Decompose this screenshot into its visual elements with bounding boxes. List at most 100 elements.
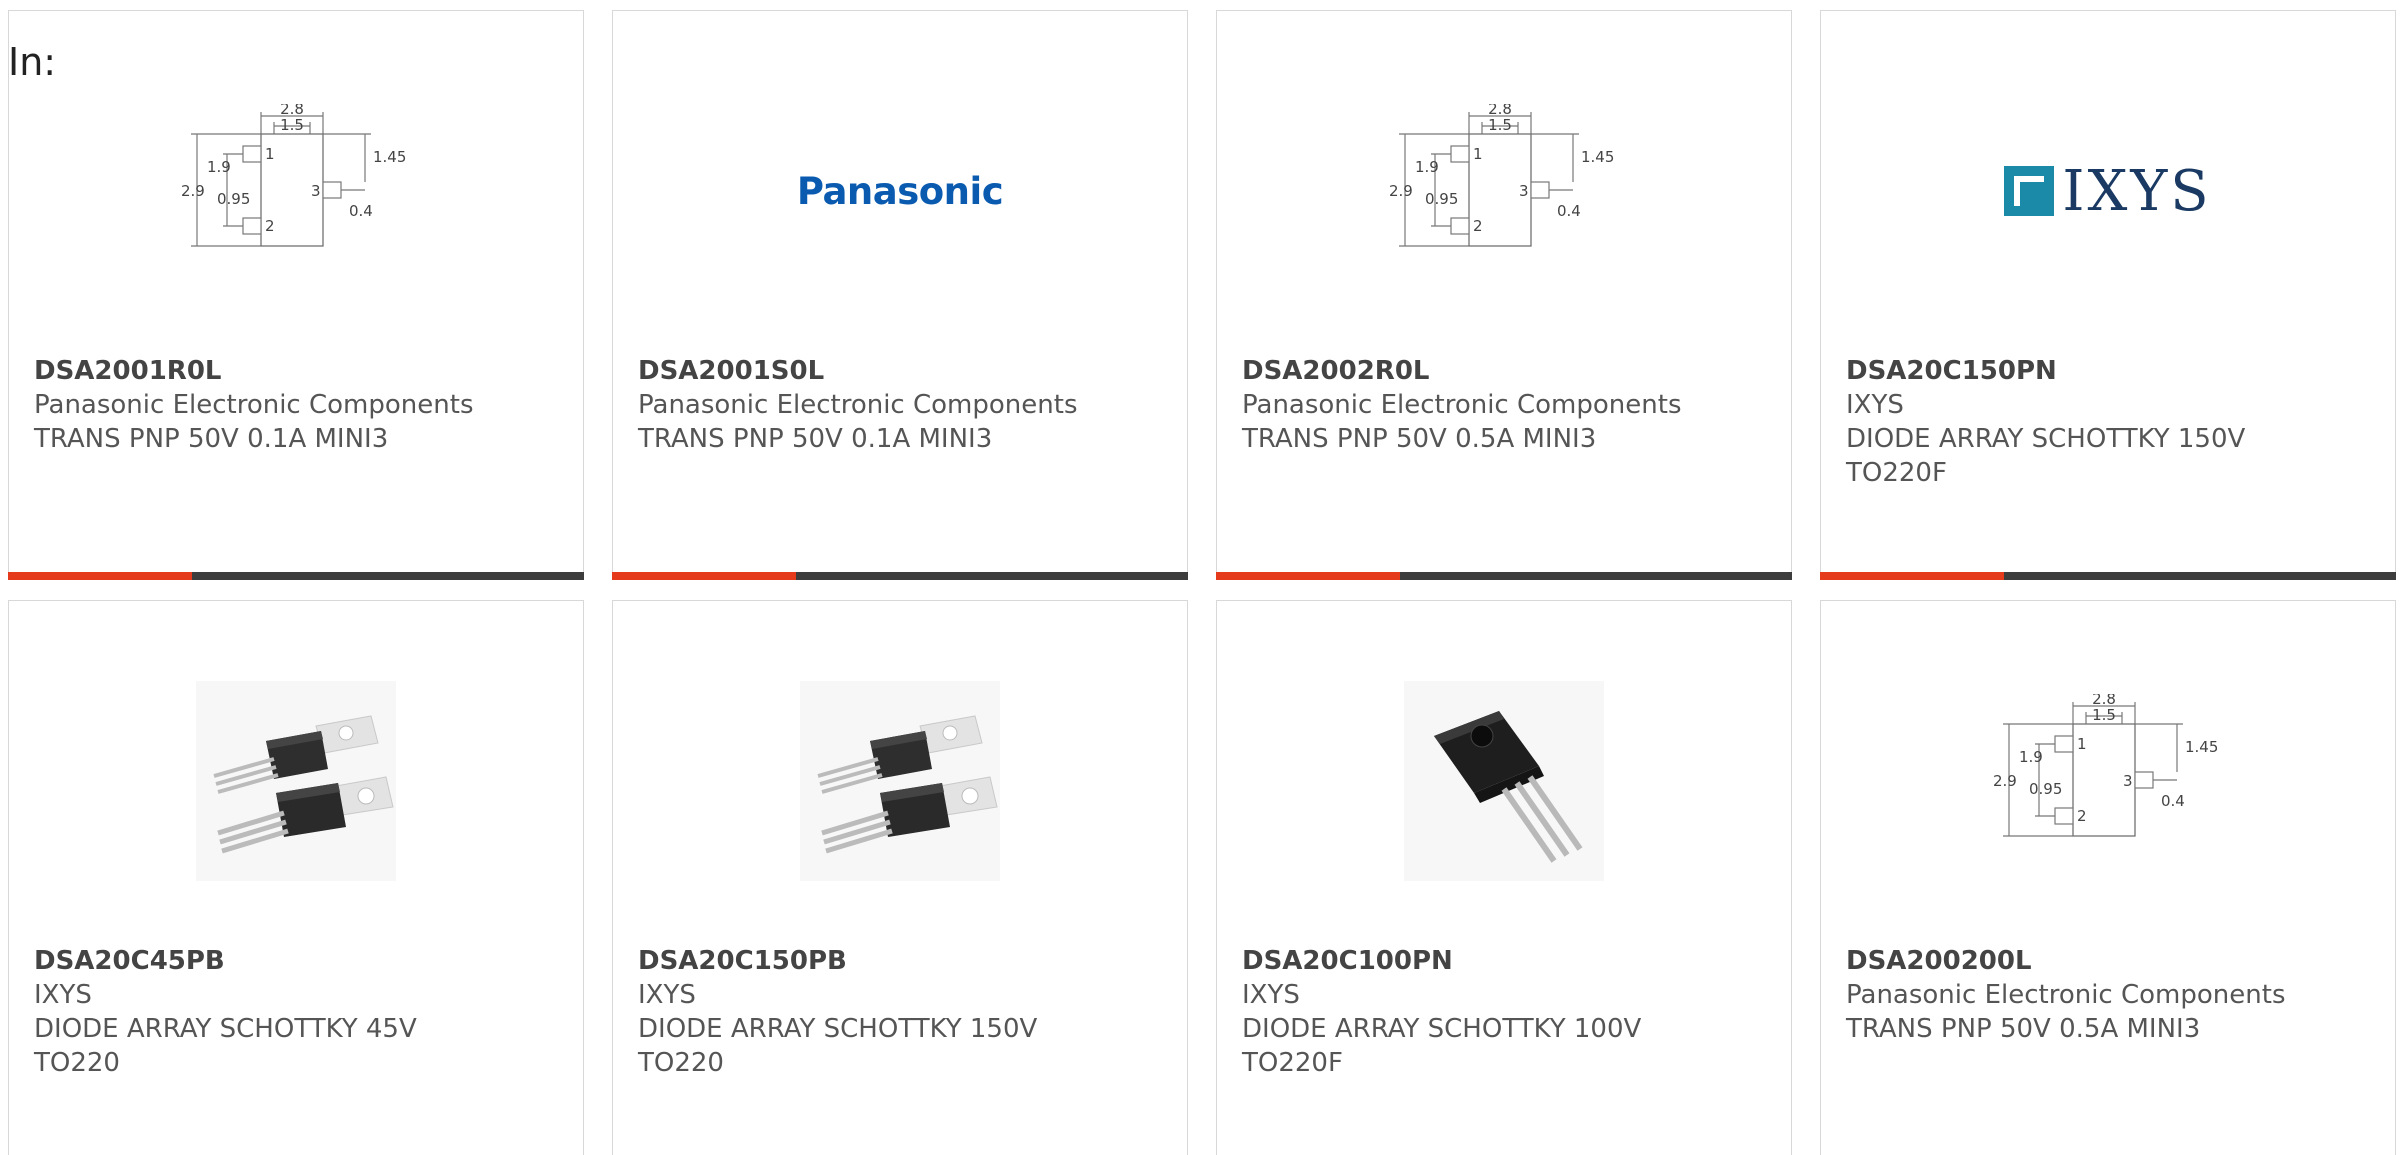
dim-right: 1.45 — [373, 148, 406, 166]
manufacturer: Panasonic Electronic Components — [1242, 390, 1682, 420]
dim-right: 1.45 — [2185, 738, 2218, 756]
description-cont: TO220F — [1846, 458, 1947, 488]
mini3-drawing-svg: 2.8 1.5 1.9 2.9 0.95 1.45 0.4 1 2 3 — [181, 100, 406, 247]
dim-pad: 0.95 — [217, 190, 250, 208]
product-image — [613, 661, 1187, 901]
pin-2-label: 2 — [2077, 807, 2087, 825]
filter-in-label: In: — [8, 40, 57, 84]
description: TRANS PNP 50V 0.5A MINI3 — [1242, 424, 1597, 454]
product-card[interactable]: DSA20C150PB IXYS DIODE ARRAY SCHOTTKY 15… — [612, 600, 1188, 1155]
product-image — [9, 661, 583, 901]
mini3-package-drawing: 2.8 1.5 1.9 2.9 0.95 1.45 0.4 1 2 3 — [1389, 100, 1619, 278]
to220-photo — [800, 681, 1000, 881]
description: TRANS PNP 50V 0.5A MINI3 — [1846, 1014, 2201, 1044]
product-info: DSA20C150PN IXYS DIODE ARRAY SCHOTTKY 15… — [1846, 354, 2375, 490]
product-info: DSA200200L Panasonic Electronic Componen… — [1846, 944, 2375, 1046]
pin-2-label: 2 — [265, 217, 275, 235]
pin-3-label: 3 — [1519, 182, 1529, 200]
part-number[interactable]: DSA20C45PB — [34, 944, 563, 978]
dim-top-inner: 1.5 — [2092, 706, 2116, 724]
product-image: Panasonic — [613, 71, 1187, 311]
card-footer-bar — [1820, 572, 2396, 580]
product-grid-page: In: 2.8 1.5 1.9 2.9 0.95 1.45 0.4 1 2 3 … — [0, 0, 2400, 1155]
mini3-package-drawing: 2.8 1.5 1.9 2.9 0.95 1.45 0.4 1 2 3 — [181, 100, 411, 278]
manufacturer: Panasonic Electronic Components — [1846, 980, 2286, 1010]
dim-lead: 0.4 — [349, 202, 373, 220]
product-card[interactable]: DSA20C100PN IXYS DIODE ARRAY SCHOTTKY 10… — [1216, 600, 1792, 1155]
panasonic-logo: Panasonic — [796, 169, 1004, 213]
part-number[interactable]: DSA20C100PN — [1242, 944, 1771, 978]
product-card[interactable]: Panasonic DSA2001S0L Panasonic Electroni… — [612, 10, 1188, 580]
card-accent — [8, 572, 192, 580]
mini3-drawing-svg: 2.8 1.5 1.9 2.9 0.95 1.45 0.4 1 2 3 — [1993, 690, 2218, 837]
part-number[interactable]: DSA200200L — [1846, 944, 2375, 978]
dim-left-pitch: 1.9 — [1415, 158, 1439, 176]
product-info: DSA2001R0L Panasonic Electronic Componen… — [34, 354, 563, 456]
product-info: DSA2001S0L Panasonic Electronic Componen… — [638, 354, 1167, 456]
product-image — [1217, 661, 1791, 901]
mini3-package-drawing: 2.8 1.5 1.9 2.9 0.95 1.45 0.4 1 2 3 — [1993, 690, 2223, 868]
pin-2-label: 2 — [1473, 217, 1483, 235]
product-card[interactable]: IXYS DSA20C150PN IXYS DIODE ARRAY SCHOTT… — [1820, 10, 2396, 580]
dim-height: 2.9 — [1993, 772, 2017, 790]
to220-photo — [196, 681, 396, 881]
pin-1-label: 1 — [2077, 735, 2087, 753]
manufacturer: IXYS — [1242, 980, 1300, 1010]
card-accent — [612, 572, 796, 580]
dim-top-inner: 1.5 — [280, 116, 304, 134]
product-info: DSA20C45PB IXYS DIODE ARRAY SCHOTTKY 45V… — [34, 944, 563, 1080]
part-number[interactable]: DSA20C150PN — [1846, 354, 2375, 388]
description: DIODE ARRAY SCHOTTKY 150V — [638, 1014, 1038, 1044]
product-info: DSA20C100PN IXYS DIODE ARRAY SCHOTTKY 10… — [1242, 944, 1771, 1080]
dim-right: 1.45 — [1581, 148, 1614, 166]
manufacturer: IXYS — [34, 980, 92, 1010]
product-info: DSA20C150PB IXYS DIODE ARRAY SCHOTTKY 15… — [638, 944, 1167, 1080]
card-footer-bar — [612, 572, 1188, 580]
description: DIODE ARRAY SCHOTTKY 45V — [34, 1014, 417, 1044]
product-image: IXYS — [1821, 71, 2395, 311]
product-card[interactable]: 2.8 1.5 1.9 2.9 0.95 1.45 0.4 1 2 3 DSA2… — [8, 10, 584, 580]
part-number[interactable]: DSA20C150PB — [638, 944, 1167, 978]
description-cont: TO220 — [34, 1048, 120, 1078]
dim-lead: 0.4 — [1557, 202, 1581, 220]
dim-lead: 0.4 — [2161, 792, 2185, 810]
product-image: 2.8 1.5 1.9 2.9 0.95 1.45 0.4 1 2 3 — [9, 71, 583, 311]
pin-3-label: 3 — [2123, 772, 2133, 790]
card-accent — [1820, 572, 2004, 580]
pin-3-label: 3 — [311, 182, 321, 200]
dim-left-pitch: 1.9 — [2019, 748, 2043, 766]
description: TRANS PNP 50V 0.1A MINI3 — [638, 424, 993, 454]
card-footer-bar — [1216, 572, 1792, 580]
manufacturer: Panasonic Electronic Components — [34, 390, 474, 420]
description: DIODE ARRAY SCHOTTKY 100V — [1242, 1014, 1642, 1044]
product-image: 2.8 1.5 1.9 2.9 0.95 1.45 0.4 1 2 3 — [1821, 661, 2395, 901]
dim-pad: 0.95 — [2029, 780, 2062, 798]
dim-left-pitch: 1.9 — [207, 158, 231, 176]
ixys-logo: IXYS — [2004, 159, 2211, 224]
description-cont: TO220 — [638, 1048, 724, 1078]
manufacturer: IXYS — [1846, 390, 1904, 420]
part-number[interactable]: DSA2001S0L — [638, 354, 1167, 388]
pin-1-label: 1 — [1473, 145, 1483, 163]
pin-1-label: 1 — [265, 145, 275, 163]
dim-pad: 0.95 — [1425, 190, 1458, 208]
product-card[interactable]: DSA20C45PB IXYS DIODE ARRAY SCHOTTKY 45V… — [8, 600, 584, 1155]
product-info: DSA2002R0L Panasonic Electronic Componen… — [1242, 354, 1771, 456]
product-image: 2.8 1.5 1.9 2.9 0.95 1.45 0.4 1 2 3 — [1217, 71, 1791, 311]
mini3-drawing-svg: 2.8 1.5 1.9 2.9 0.95 1.45 0.4 1 2 3 — [1389, 100, 1614, 247]
to220f-photo — [1404, 681, 1604, 881]
dim-height: 2.9 — [1389, 182, 1413, 200]
description: TRANS PNP 50V 0.1A MINI3 — [34, 424, 389, 454]
product-card[interactable]: 2.8 1.5 1.9 2.9 0.95 1.45 0.4 1 2 3 DSA2… — [1820, 600, 2396, 1155]
card-accent — [1216, 572, 1400, 580]
product-card[interactable]: 2.8 1.5 1.9 2.9 0.95 1.45 0.4 1 2 3 DSA2… — [1216, 10, 1792, 580]
part-number[interactable]: DSA2002R0L — [1242, 354, 1771, 388]
dim-top-inner: 1.5 — [1488, 116, 1512, 134]
ixys-mark-icon — [2004, 166, 2055, 216]
description-cont: TO220F — [1242, 1048, 1343, 1078]
manufacturer: IXYS — [638, 980, 696, 1010]
manufacturer: Panasonic Electronic Components — [638, 390, 1078, 420]
card-footer-bar — [8, 572, 584, 580]
description: DIODE ARRAY SCHOTTKY 150V — [1846, 424, 2246, 454]
part-number[interactable]: DSA2001R0L — [34, 354, 563, 388]
